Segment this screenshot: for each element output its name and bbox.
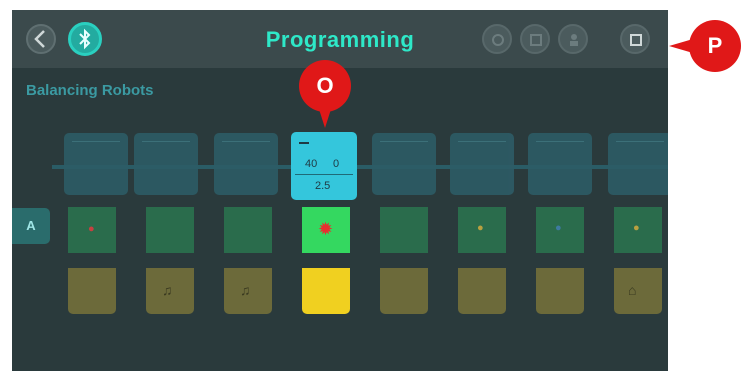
block-value-bottom: 2.5: [315, 180, 331, 192]
light-cell-1[interactable]: ●: [68, 207, 116, 253]
sound-cell-8[interactable]: ⌂: [614, 268, 662, 314]
light-dot-icon: ●: [88, 223, 95, 235]
stop-button[interactable]: [620, 24, 650, 54]
light-cell-4-active[interactable]: ✹: [302, 207, 350, 253]
program-block-4-active[interactable]: 40 0 2.5: [291, 132, 357, 200]
callout-p: P: [669, 20, 741, 72]
person-button[interactable]: [558, 24, 588, 54]
section-title: Balancing Robots: [26, 82, 154, 99]
light-cell-6[interactable]: ●: [458, 207, 506, 253]
grid-icon: [530, 34, 542, 46]
block-value-mid: 0: [333, 158, 340, 170]
program-block-8[interactable]: [608, 133, 668, 195]
top-bar: Programming: [12, 10, 668, 68]
sound-cell-4-active[interactable]: [302, 268, 350, 314]
callout-o: O: [299, 60, 351, 128]
camera-icon: [492, 34, 504, 46]
sound-cell-7[interactable]: [536, 268, 584, 314]
block-value-top: 40: [305, 158, 318, 170]
program-block-6[interactable]: [450, 133, 514, 195]
person-icon: [570, 34, 578, 46]
light-sun-icon: ✹: [318, 219, 334, 239]
sound-cell-5[interactable]: [380, 268, 428, 314]
light-dot-icon: ●: [555, 222, 562, 234]
light-cell-8[interactable]: ●: [614, 207, 662, 253]
stop-icon: [630, 34, 642, 46]
program-block-3[interactable]: [214, 133, 278, 195]
light-cell-5[interactable]: [380, 207, 428, 253]
bell-icon: ♫: [162, 282, 173, 298]
light-cell-7[interactable]: ●: [536, 207, 584, 253]
light-dot-icon: ●: [633, 222, 640, 234]
sound-cell-1[interactable]: [68, 268, 116, 314]
light-cell-2[interactable]: [146, 207, 194, 253]
sound-cell-3[interactable]: ♫: [224, 268, 272, 314]
grid-button[interactable]: [520, 24, 550, 54]
sound-cell-2[interactable]: ♫: [146, 268, 194, 314]
program-block-1[interactable]: [64, 133, 128, 195]
program-block-5[interactable]: [372, 133, 436, 195]
camera-button[interactable]: [482, 24, 512, 54]
program-block-2[interactable]: [134, 133, 198, 195]
sound-cell-6[interactable]: [458, 268, 506, 314]
shoe-icon: ⌂: [628, 282, 637, 298]
bell-icon: ♫: [240, 282, 251, 298]
light-cell-3[interactable]: [224, 207, 272, 253]
row-a-button[interactable]: A: [12, 208, 50, 244]
light-dot-icon: ●: [477, 222, 484, 234]
program-block-7[interactable]: [528, 133, 592, 195]
